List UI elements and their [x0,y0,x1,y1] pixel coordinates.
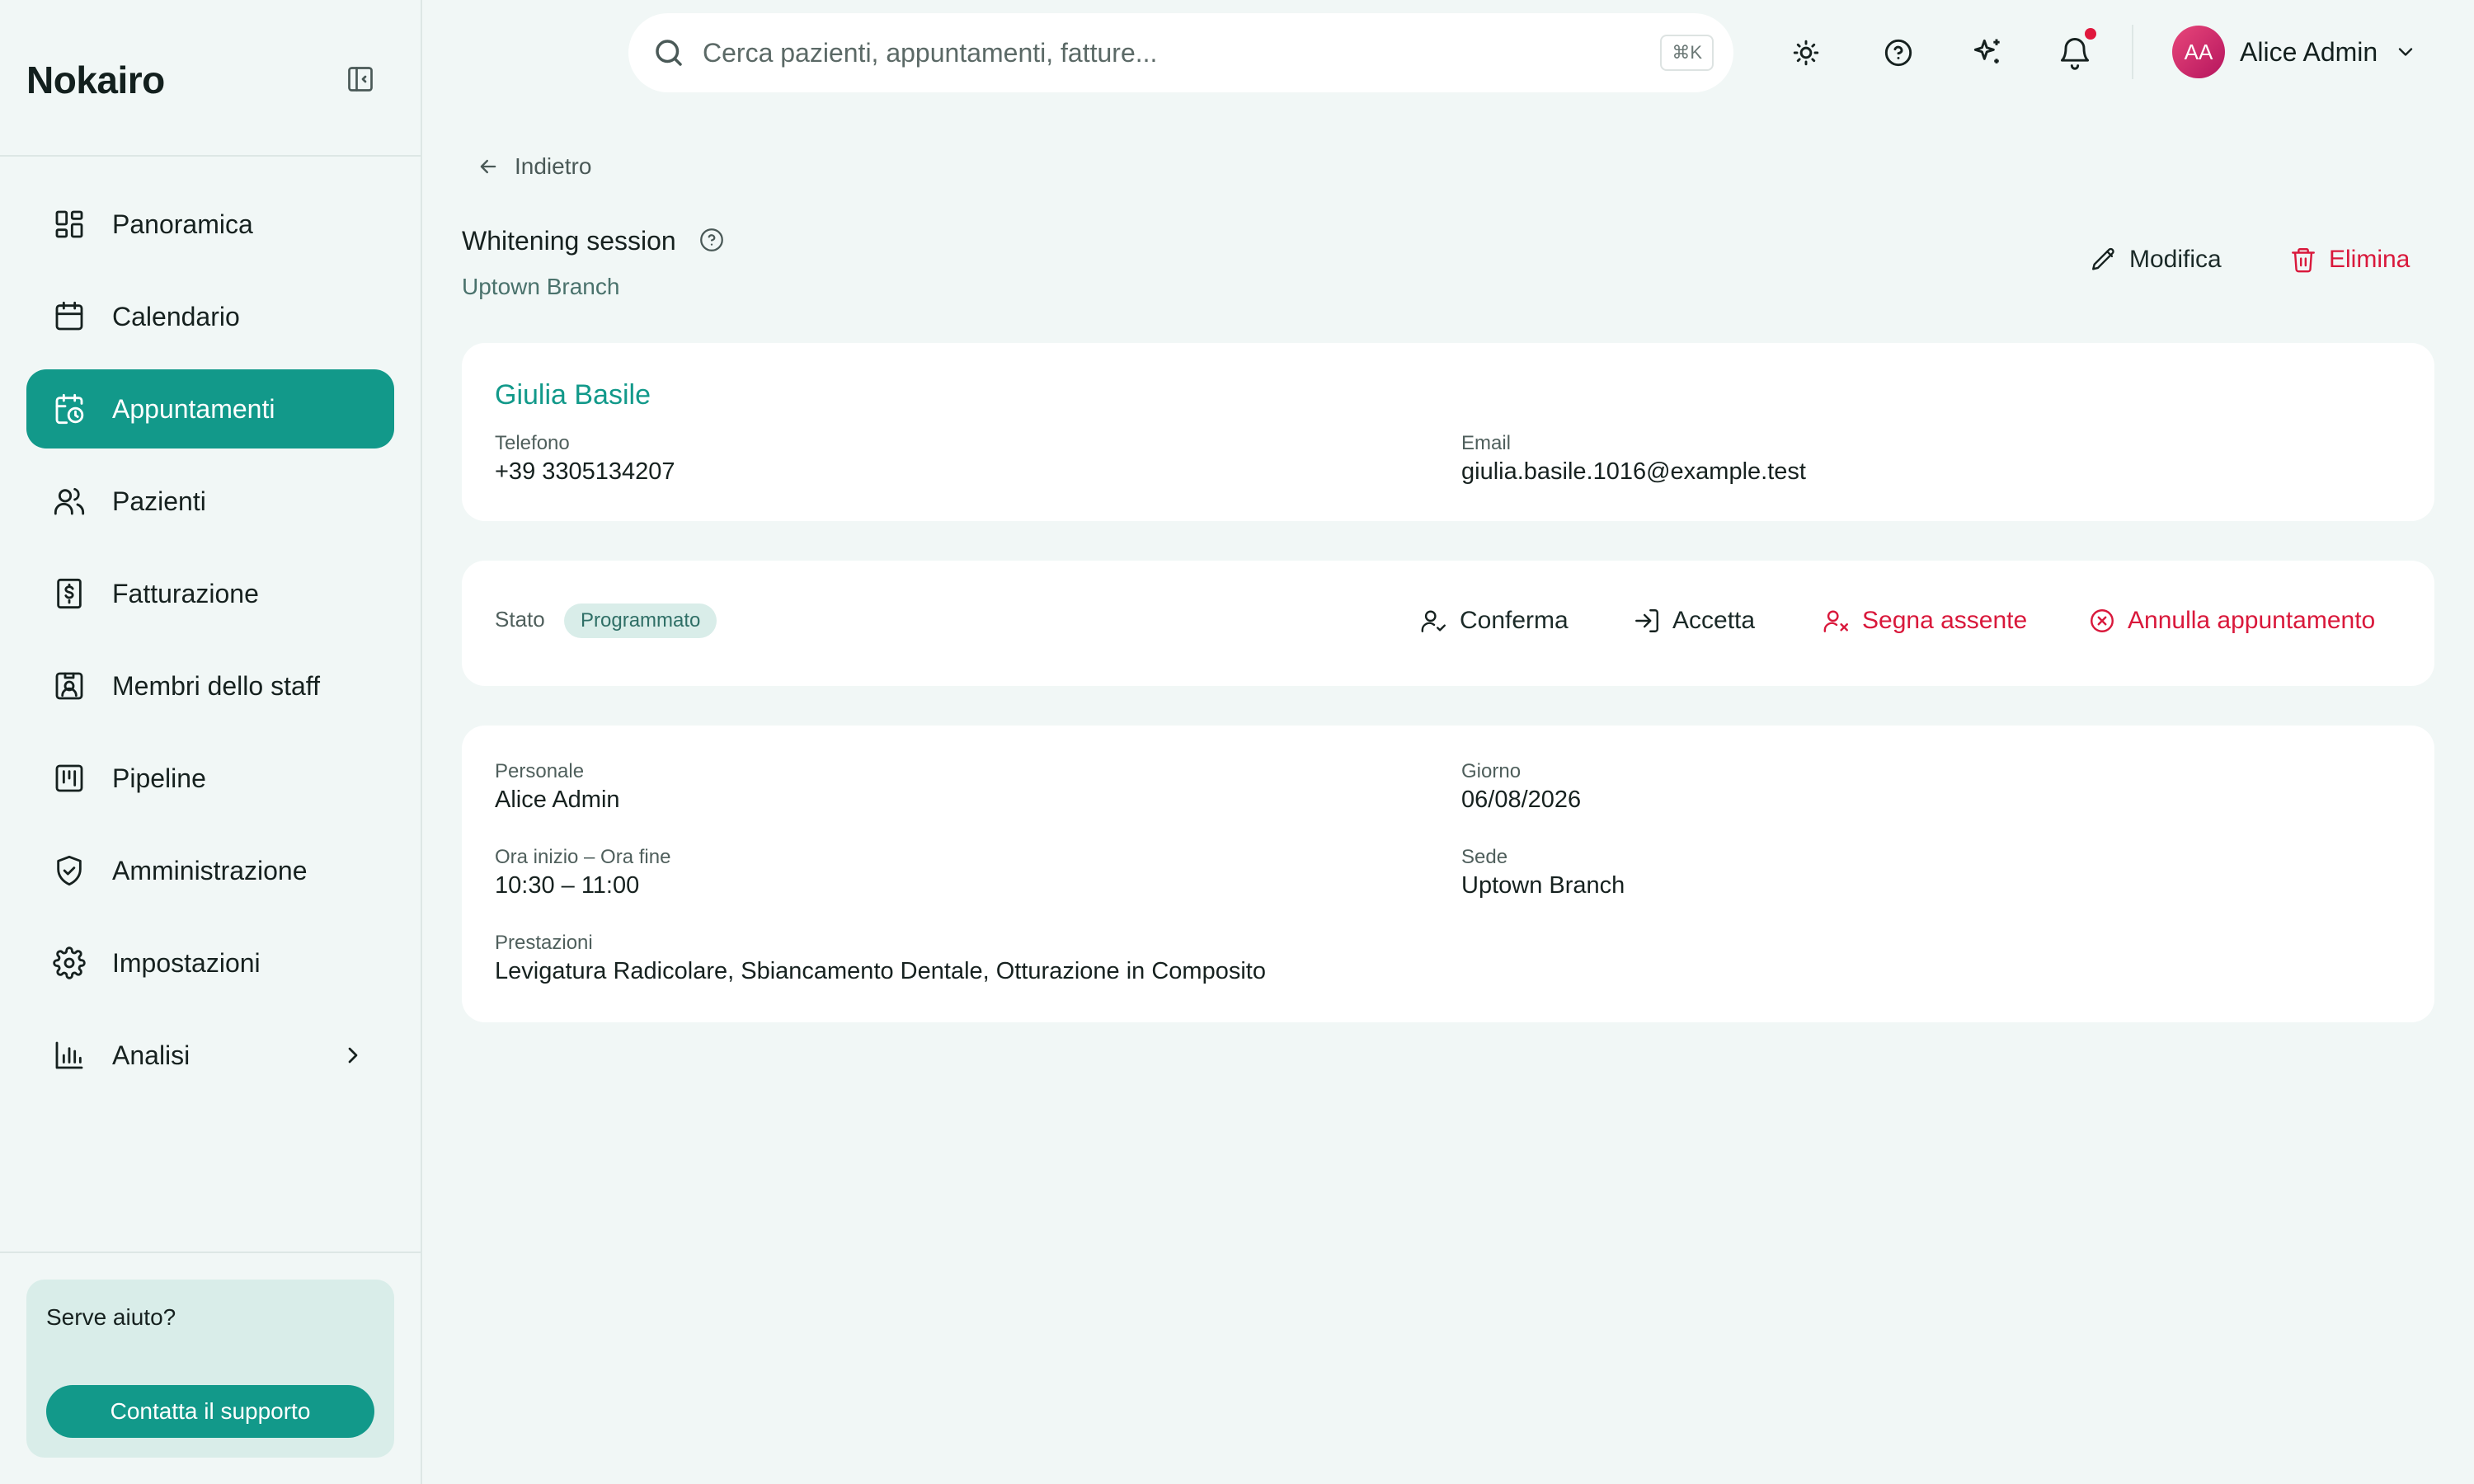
contact-support-button[interactable]: Contatta il supporto [46,1385,374,1438]
services-label: Prestazioni [495,932,593,954]
sidebar-item-label: Panoramica [112,209,253,239]
help-title: Serve aiuto? [46,1304,176,1330]
circle-x-icon [2088,607,2128,635]
sun-icon[interactable] [1788,35,1824,71]
user-menu[interactable]: AA Alice Admin [2172,25,2417,79]
log-in-icon [1633,607,1672,635]
back-link[interactable]: Indietro [477,153,591,180]
sidebar-item-label: Pipeline [112,763,206,793]
email-label: Email [1461,432,1512,454]
calendar-clock-icon [53,392,86,425]
help-circle-icon[interactable] [1880,35,1917,71]
cancel-appointment-label: Annulla appuntamento [2128,607,2376,634]
staff-label: Personale [495,760,585,782]
staff-value: Alice Admin [495,787,620,813]
sidebar-collapse-icon[interactable] [345,64,376,94]
help-card: Serve aiuto? Contatta il supporto [26,1280,394,1458]
phone-value: +39 3305134207 [495,458,675,485]
brand-row: Nokairo [0,0,421,157]
sidebar-item-label: Impostazioni [112,947,261,978]
sidebar-item-label: Membri dello staff [112,670,320,701]
trash-icon [2289,246,2329,274]
search-icon [651,35,686,70]
id-badge-icon [53,669,86,702]
back-label: Indietro [515,153,592,179]
user-name: Alice Admin [2240,36,2378,67]
chevron-right-icon [340,1042,366,1068]
confirm-label: Conferma [1460,607,1569,634]
user-x-icon [1823,607,1862,635]
sidebar-item-analisi[interactable]: Analisi [26,1016,394,1095]
sidebar-item-fatturazione[interactable]: Fatturazione [26,554,394,633]
day-label: Giorno [1461,760,1522,782]
sidebar-nav: Panoramica Calendario Appuntamenti Pazie… [26,185,394,1108]
shortcut-hint: ⌘K [1660,35,1714,71]
sidebar: Nokairo Panoramica Calendario Appuntamen… [0,0,422,1484]
shield-check-icon [53,854,86,887]
receipt-dollar-icon [53,577,86,610]
arrow-left-icon [477,155,515,178]
bell-icon[interactable] [2057,35,2093,71]
pencil-icon [2090,246,2129,274]
calendar-icon [53,300,86,333]
sidebar-item-panoramica[interactable]: Panoramica [26,185,394,264]
details-card: Personale Alice Admin Giorno 06/08/2026 … [462,726,2434,1022]
day-value: 06/08/2026 [1461,787,1582,813]
status-label: Stato [495,607,545,632]
edit-button[interactable]: Modifica [2090,246,2222,274]
sidebar-item-label: Calendario [112,301,240,331]
status-card: Stato Programmato Conferma Accetta Segna… [462,561,2434,686]
notification-dot [2085,28,2096,40]
help-circle-icon[interactable] [698,226,726,254]
time-label: Ora inizio – Ora fine [495,846,671,868]
location-label: Sede [1461,846,1508,868]
sidebar-item-appuntamenti[interactable]: Appuntamenti [26,369,394,448]
confirm-button[interactable]: Conferma [1420,607,1569,635]
avatar: AA [2172,26,2225,78]
search-input[interactable] [703,37,1610,68]
kanban-icon [53,762,86,795]
cancel-appointment-button[interactable]: Annulla appuntamento [2088,607,2375,635]
sidebar-item-label: Analisi [112,1040,190,1070]
bar-chart-icon [53,1039,86,1072]
search-bar[interactable]: ⌘K [628,13,1733,92]
time-value: 10:30 – 11:00 [495,872,640,899]
users-icon [53,485,86,518]
sidebar-item-membri-staff[interactable]: Membri dello staff [26,646,394,726]
sidebar-item-pipeline[interactable]: Pipeline [26,739,394,818]
no-show-label: Segna assente [1862,607,2028,634]
accept-label: Accetta [1672,607,1756,634]
sidebar-item-label: Amministrazione [112,855,308,885]
patient-name-link[interactable]: Giulia Basile [495,379,651,411]
sidebar-item-label: Pazienti [112,486,206,516]
dashboard-icon [53,208,86,241]
sidebar-item-impostazioni[interactable]: Impostazioni [26,923,394,1003]
accept-button[interactable]: Accetta [1633,607,1755,635]
no-show-button[interactable]: Segna assente [1823,607,2027,635]
sparkles-icon[interactable] [1969,35,2006,71]
status-badge: Programmato [564,603,717,638]
sidebar-item-label: Appuntamenti [112,393,275,424]
page-subtitle: Uptown Branch [462,274,620,299]
email-value: giulia.basile.1016@example.test [1461,458,1806,485]
brand-logo: Nokairo [26,59,165,101]
delete-label: Elimina [2329,246,2411,273]
sidebar-divider [0,1252,421,1253]
sidebar-item-calendario[interactable]: Calendario [26,277,394,356]
user-check-icon [1420,607,1460,635]
gear-icon [53,946,86,979]
topbar-divider [2132,25,2133,79]
delete-button[interactable]: Elimina [2289,246,2410,274]
patient-card: Giulia Basile Telefono +39 3305134207 Em… [462,343,2434,521]
phone-label: Telefono [495,432,570,454]
chevron-down-icon [2394,40,2417,63]
page-title: Whitening session [462,226,676,256]
sidebar-item-pazienti[interactable]: Pazienti [26,462,394,541]
sidebar-item-label: Fatturazione [112,578,259,608]
sidebar-item-amministrazione[interactable]: Amministrazione [26,831,394,910]
services-value: Levigatura Radicolare, Sbiancamento Dent… [495,958,1266,984]
edit-label: Modifica [2129,246,2222,273]
location-value: Uptown Branch [1461,872,1625,899]
